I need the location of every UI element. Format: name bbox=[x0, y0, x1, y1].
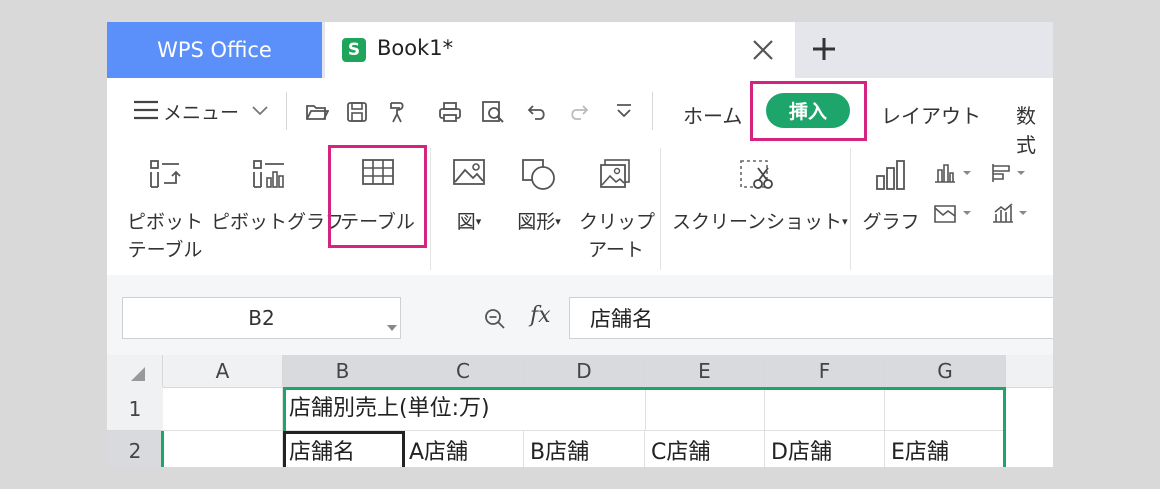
undo-icon[interactable] bbox=[527, 102, 549, 122]
row-header-2[interactable]: 2 bbox=[107, 431, 163, 467]
cell-a1[interactable] bbox=[163, 387, 283, 431]
cell-g2[interactable]: E店舗 bbox=[885, 431, 1006, 467]
screenshot-label: スクリーンショット▾ bbox=[672, 211, 848, 233]
chart-button[interactable]: グラフ bbox=[859, 140, 923, 240]
document-title: Book1* bbox=[377, 36, 454, 60]
quick-toolbar: メニュー ホーム 挿入 レイアウト 数式 bbox=[107, 78, 1053, 157]
screenshot-scissors-icon bbox=[738, 158, 774, 196]
ribbon-separator bbox=[430, 148, 431, 270]
table-label: テーブル bbox=[340, 211, 415, 233]
clipart-label: クリップ アート bbox=[579, 211, 656, 261]
insert-ribbon: ピボット テーブル ピボットグラフ テーブル 図▾ 図形▾ クリップ アート ス… bbox=[107, 140, 1053, 275]
shape-button[interactable]: 図形▾ bbox=[502, 140, 576, 240]
pivot-chart-button[interactable]: ピボットグラフ bbox=[211, 140, 345, 240]
bar-chart-icon bbox=[874, 158, 908, 196]
insert-function-button[interactable]: fx bbox=[530, 303, 551, 328]
spreadsheet-grid: A B C D E F G 1 2 店舗別売上(単位:万) 店舗名 A店舗 B店… bbox=[107, 355, 1053, 467]
cell-f1[interactable] bbox=[765, 387, 885, 431]
cell-e1[interactable] bbox=[645, 387, 765, 431]
column-header-g[interactable]: G bbox=[885, 355, 1006, 387]
bar-chart-horizontal-icon[interactable] bbox=[991, 162, 1031, 188]
cell-b2[interactable]: 店舗名 bbox=[283, 431, 403, 467]
ribbon-separator bbox=[850, 148, 851, 270]
formula-input[interactable]: 店舗名 bbox=[569, 297, 1053, 339]
tab-book1[interactable]: S Book1* bbox=[325, 22, 795, 78]
screenshot-button[interactable]: スクリーンショット▾ bbox=[672, 140, 848, 240]
area-chart-icon[interactable] bbox=[933, 202, 973, 228]
formula-bar: B2 fx 店舗名 bbox=[107, 275, 1053, 355]
zoom-search-icon[interactable] bbox=[483, 307, 507, 335]
menu-button-label[interactable]: メニュー bbox=[163, 98, 239, 125]
toolbar-separator bbox=[286, 92, 287, 130]
save-icon[interactable] bbox=[346, 101, 368, 123]
column-header-d[interactable]: D bbox=[524, 355, 645, 387]
column-header-a[interactable]: A bbox=[163, 355, 283, 387]
tab-home[interactable]: ホーム bbox=[683, 100, 742, 129]
cell-g1[interactable] bbox=[885, 387, 1006, 431]
chart-label: グラフ bbox=[862, 211, 920, 233]
spreadsheet-app-icon: S bbox=[342, 38, 366, 62]
cell-b1[interactable]: 店舗別売上(単位:万) bbox=[283, 387, 645, 431]
name-box[interactable]: B2 bbox=[122, 297, 401, 339]
format-painter-icon[interactable] bbox=[387, 100, 407, 124]
pivot-chart-icon bbox=[251, 158, 287, 194]
print-preview-icon[interactable] bbox=[481, 100, 505, 124]
shape-label: 図形▾ bbox=[517, 211, 561, 233]
tab-wps-office[interactable]: WPS Office bbox=[107, 22, 322, 78]
print-icon[interactable] bbox=[438, 101, 462, 123]
column-header-row: A B C D E F G bbox=[107, 355, 1053, 388]
column-header-e[interactable]: E bbox=[645, 355, 765, 387]
name-box-dropdown-icon[interactable] bbox=[387, 316, 397, 335]
shapes-icon bbox=[521, 158, 557, 194]
new-tab-plus-icon[interactable] bbox=[809, 34, 839, 64]
column-header-b[interactable]: B bbox=[283, 355, 403, 387]
open-folder-icon[interactable] bbox=[305, 102, 329, 122]
pivot-chart-label: ピボットグラフ bbox=[211, 211, 345, 233]
cell-a2[interactable] bbox=[163, 431, 283, 467]
column-chart-icon[interactable] bbox=[933, 162, 973, 188]
customize-toolbar-icon[interactable] bbox=[615, 103, 633, 119]
picture-button[interactable]: 図▾ bbox=[440, 140, 498, 240]
ribbon-separator bbox=[660, 148, 661, 270]
hamburger-menu-icon[interactable] bbox=[133, 100, 159, 120]
toolbar-separator bbox=[652, 92, 653, 130]
column-header-c[interactable]: C bbox=[403, 355, 524, 387]
spreadsheet-window: WPS Office S Book1* メニュー ホーム 挿入 レイアウト 数式… bbox=[107, 22, 1053, 467]
clipart-button[interactable]: クリップ アート bbox=[579, 140, 656, 268]
pivot-table-button[interactable]: ピボット テーブル bbox=[122, 140, 208, 268]
row-selection-marker bbox=[161, 431, 164, 467]
clipart-icon bbox=[599, 158, 633, 194]
picture-label: 図▾ bbox=[456, 211, 482, 233]
column-header-f[interactable]: F bbox=[765, 355, 885, 387]
close-tab-icon[interactable] bbox=[749, 36, 777, 64]
chevron-down-icon[interactable] bbox=[251, 105, 269, 117]
tab-bar: WPS Office S Book1* bbox=[107, 22, 1053, 78]
stock-chart-icon[interactable] bbox=[991, 202, 1031, 228]
tab-layout[interactable]: レイアウト bbox=[881, 100, 981, 129]
cell-e2[interactable]: C店舗 bbox=[645, 431, 765, 467]
image-icon bbox=[452, 158, 486, 190]
table-grid-icon bbox=[361, 158, 395, 190]
select-all-corner[interactable] bbox=[107, 355, 163, 387]
cell-f2[interactable]: D店舗 bbox=[765, 431, 885, 467]
tab-insert[interactable]: 挿入 bbox=[766, 93, 850, 128]
table-button[interactable]: テーブル bbox=[331, 140, 424, 240]
cell-c2[interactable]: A店舗 bbox=[403, 431, 524, 467]
pivot-table-label: ピボット テーブル bbox=[126, 211, 203, 261]
pivot-table-icon bbox=[148, 158, 182, 194]
row-header-1[interactable]: 1 bbox=[107, 387, 163, 431]
cell-d2[interactable]: B店舗 bbox=[524, 431, 645, 467]
redo-icon bbox=[567, 102, 589, 122]
